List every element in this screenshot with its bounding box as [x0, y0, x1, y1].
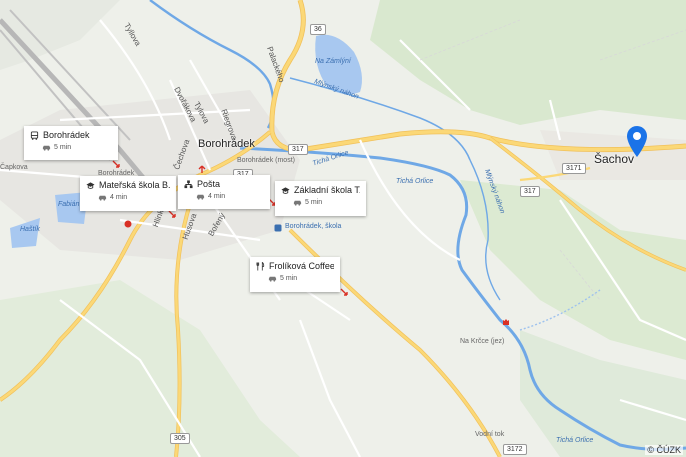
marker-red-icon[interactable] [168, 210, 176, 218]
road-number-36: 36 [310, 24, 326, 35]
poi-card-materska-skola[interactable]: Mateřská škola B... 4 min [80, 176, 176, 211]
bus-stop-icon [30, 130, 39, 140]
marker-red-icon[interactable] [340, 288, 348, 296]
poi-card-zakladni-skola[interactable]: Základní škola T. ... 5 min [275, 181, 366, 216]
car-icon [293, 200, 302, 206]
poi-card-posta[interactable]: Pošta 4 min [178, 175, 270, 209]
road-number-317: 317 [288, 144, 308, 155]
poi-name: Borohrádek [43, 130, 90, 140]
car-icon [196, 194, 205, 200]
map-base-layer [0, 0, 686, 457]
bus-stop-marker-icon[interactable] [274, 224, 282, 232]
poi-travel-time: 5 min [305, 199, 323, 206]
poi-name: Mateřská škola B... [99, 180, 170, 190]
poi-travel-time: 5 min [280, 275, 298, 282]
restaurant-marker-icon[interactable] [124, 220, 132, 228]
destination-pin-icon[interactable] [626, 125, 648, 158]
map-view[interactable]: 36 317 317 317 3171 305 3172 Borohrádek … [0, 0, 686, 457]
poi-name: Pošta [197, 179, 221, 189]
marker-red-icon[interactable] [198, 165, 206, 173]
restaurant-icon [256, 261, 265, 271]
poi-name: Základní škola T. ... [294, 185, 360, 195]
poi-travel-time: 5 min [54, 144, 72, 151]
marker-red-icon[interactable] [112, 160, 120, 168]
poi-name: Frolíková Coffee [269, 261, 334, 271]
poi-card-borohradek[interactable]: Borohrádek 5 min [24, 126, 118, 160]
school-icon [281, 186, 290, 194]
road-number-3172: 3172 [503, 444, 527, 455]
map-copyright: © ČÚZK [645, 445, 683, 455]
post-office-icon [184, 179, 193, 188]
school-icon [86, 181, 95, 189]
road-number-317c: 317 [520, 186, 540, 197]
car-icon [98, 195, 107, 201]
poi-travel-time: 4 min [110, 194, 128, 201]
castle-marker-icon[interactable] [502, 318, 510, 326]
car-icon [268, 276, 277, 282]
road-number-3171: 3171 [562, 163, 586, 174]
poi-card-frolikova-coffee[interactable]: Frolíková Coffee 5 min [250, 257, 340, 292]
road-number-305: 305 [170, 433, 190, 444]
car-icon [42, 145, 51, 151]
poi-travel-time: 4 min [208, 193, 226, 200]
